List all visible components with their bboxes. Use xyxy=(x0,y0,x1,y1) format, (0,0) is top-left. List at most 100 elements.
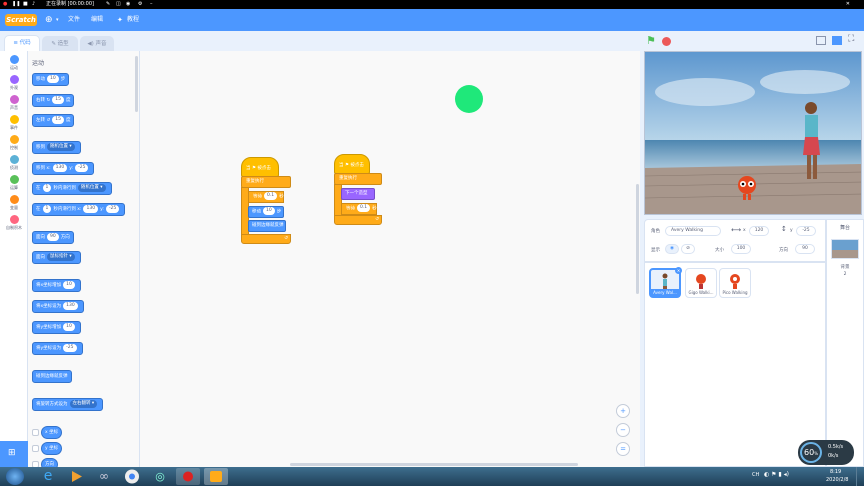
settings-icon[interactable]: ⚙ xyxy=(138,0,142,9)
ie-icon[interactable]: e xyxy=(38,468,58,485)
category-looks[interactable]: 外观 xyxy=(0,75,28,91)
category-sensing[interactable]: 侦测 xyxy=(0,155,28,171)
glide-xy-secs-input[interactable]: 1 xyxy=(42,204,52,213)
checkbox-x[interactable] xyxy=(32,429,39,436)
reporter-y-position[interactable]: y 坐标 xyxy=(41,442,63,455)
recorder-taskbar-icon[interactable] xyxy=(176,468,200,485)
x-field[interactable]: 120 xyxy=(749,226,769,236)
show-desktop-button[interactable] xyxy=(856,467,864,486)
pen-icon[interactable]: ✎ xyxy=(106,0,110,9)
set-y-input[interactable]: -25 xyxy=(63,343,77,352)
network-app-icon[interactable]: ∞ xyxy=(94,468,114,485)
category-operators[interactable]: 运算 xyxy=(0,175,28,191)
block-point-direction[interactable]: 面向 90 方向 xyxy=(32,231,74,244)
change-y-input[interactable]: 10 xyxy=(63,322,75,331)
category-sound[interactable]: 声音 xyxy=(0,95,28,111)
block-turn-right[interactable]: 右转 ↻ 15 度 xyxy=(32,94,75,107)
zoom-reset-button[interactable]: = xyxy=(616,442,630,456)
pause-icon[interactable]: ❚❚ xyxy=(12,0,20,9)
script2-hat-block[interactable]: 当 ⚑ 被点击 xyxy=(334,154,370,174)
green-circle-sprite[interactable] xyxy=(455,85,483,113)
clock-time[interactable]: 8:19 xyxy=(830,469,841,475)
goto-dropdown[interactable]: 随机位置 ▾ xyxy=(47,142,75,151)
direction-input[interactable]: 90 xyxy=(47,232,59,241)
mic-icon[interactable]: ♪ xyxy=(32,0,35,9)
rotation-style-dropdown[interactable]: 左右翻转 ▾ xyxy=(69,399,98,408)
tab-costumes[interactable]: ✎ 造型 xyxy=(42,36,78,51)
script1-move-block[interactable]: 移动 10 步 xyxy=(248,206,284,218)
block-turn-left[interactable]: 左转 ↺ 15 度 xyxy=(32,114,75,127)
backdrop-thumbnail[interactable] xyxy=(831,239,859,259)
block-bounce[interactable]: 碰到边缘就反弹 xyxy=(32,370,72,383)
category-myblocks[interactable]: 自制积木 xyxy=(0,215,28,231)
script1-hat-block[interactable]: 当 ⚑ 被点击 xyxy=(241,157,279,177)
glide-y-input[interactable]: -25 xyxy=(105,204,120,213)
minimize-icon[interactable]: – xyxy=(150,0,153,9)
chrome-icon[interactable] xyxy=(122,468,142,485)
globe-icon[interactable]: ⊕ xyxy=(45,9,53,31)
code-area[interactable]: 当 ⚑ 被点击 重复执行 ↺ 等待 0.1 秒 移动 10 步 碰到边缘就反弹 当 ⚑ … xyxy=(140,51,640,467)
block-glide-xy[interactable]: 在 1 秒内滑行到 x: 130 y: -25 xyxy=(32,203,126,216)
stop-icon[interactable]: ■ xyxy=(23,0,28,9)
goto-y-input[interactable]: -25 xyxy=(75,163,89,172)
category-control[interactable]: 控制 xyxy=(0,135,28,151)
fullscreen-icon[interactable]: ⛶ xyxy=(848,34,854,44)
category-motion[interactable]: 运动 xyxy=(0,55,28,71)
webcam-icon[interactable]: ◉ xyxy=(126,0,130,9)
size-field[interactable]: 100 xyxy=(731,244,751,254)
sprite-tile-gigo[interactable]: Gigo Walki... xyxy=(685,268,717,298)
small-stage-icon[interactable] xyxy=(816,36,826,45)
category-events[interactable]: 事件 xyxy=(0,115,28,131)
input-language[interactable]: CH xyxy=(752,472,759,478)
block-move[interactable]: 移动 10 步 xyxy=(32,73,70,86)
scratch-taskbar-icon[interactable] xyxy=(204,468,228,485)
menu-edit[interactable]: 编辑 xyxy=(91,9,103,31)
stage-selector[interactable]: 舞台 背景 2 xyxy=(826,219,864,467)
set-x-input[interactable]: 130 xyxy=(63,301,78,310)
script2-wait-block[interactable]: 等待 0.1 秒 xyxy=(341,203,377,215)
block-rotation-style[interactable]: 将旋转方式设为 左右翻转 ▾ xyxy=(32,398,104,411)
point-towards-dropdown[interactable]: 鼠标指针 ▾ xyxy=(47,252,75,261)
clock-date[interactable]: 2020/2/8 xyxy=(826,477,848,483)
glide-secs-input[interactable]: 1 xyxy=(42,183,52,192)
turn-left-input[interactable]: 15 xyxy=(52,115,64,124)
block-goto-xy[interactable]: 移到 x: 130 y: -25 xyxy=(32,162,95,175)
show-visible-button[interactable]: ◉ xyxy=(665,244,679,254)
sprite-name-field[interactable]: Avery Walking xyxy=(665,226,721,236)
sprite-tile-pico[interactable]: Pico Walking xyxy=(719,268,751,298)
script2-wait-input[interactable]: 0.1 xyxy=(357,204,371,212)
zoom-out-button[interactable]: − xyxy=(616,423,630,437)
reporter-direction[interactable]: 方向 xyxy=(41,458,58,467)
script1-move-input[interactable]: 10 xyxy=(263,207,275,215)
y-field[interactable]: -25 xyxy=(796,226,816,236)
reporter-x-position[interactable]: x 坐标 xyxy=(41,426,63,439)
app-icon[interactable]: ◎ xyxy=(150,468,170,485)
change-x-input[interactable]: 10 xyxy=(63,280,75,289)
glide-dropdown[interactable]: 随机位置 ▾ xyxy=(77,183,106,192)
zoom-in-button[interactable]: + xyxy=(616,404,630,418)
tab-sounds[interactable]: ◀) 声音 xyxy=(80,36,114,51)
start-button[interactable] xyxy=(6,468,24,485)
block-glide[interactable]: 在 1 秒内滑行到 随机位置 ▾ xyxy=(32,182,112,195)
media-player-icon[interactable] xyxy=(66,468,86,485)
stage-canvas[interactable] xyxy=(644,51,862,215)
category-variables[interactable]: 变量 xyxy=(0,195,28,211)
language-chevron-icon[interactable]: ▾ xyxy=(56,9,59,31)
block-set-x[interactable]: 将x坐标设为 130 xyxy=(32,300,84,313)
script1-wait-input[interactable]: 0.1 xyxy=(264,192,278,200)
add-extension-button[interactable]: ⊞ xyxy=(0,441,28,467)
block-goto[interactable]: 移到 随机位置 ▾ xyxy=(32,141,81,154)
turn-right-input[interactable]: 15 xyxy=(52,95,64,104)
tab-code[interactable]: ≡ 代码 xyxy=(4,35,40,51)
glide-x-input[interactable]: 130 xyxy=(83,204,99,213)
move-steps-input[interactable]: 10 xyxy=(47,74,59,83)
block-change-x[interactable]: 将x坐标增加 10 xyxy=(32,279,81,292)
menu-file[interactable]: 文件 xyxy=(68,9,80,31)
block-set-y[interactable]: 将y坐标设为 -25 xyxy=(32,342,83,355)
block-point-towards[interactable]: 面向 鼠标指针 ▾ xyxy=(32,251,81,264)
close-icon[interactable]: ✕ xyxy=(846,0,850,9)
block-change-y[interactable]: 将y坐标增加 10 xyxy=(32,321,81,334)
code-horizontal-scrollbar[interactable] xyxy=(290,463,578,466)
direction-field[interactable]: 90 xyxy=(795,244,815,254)
scratch-logo[interactable]: Scratch xyxy=(5,14,37,26)
